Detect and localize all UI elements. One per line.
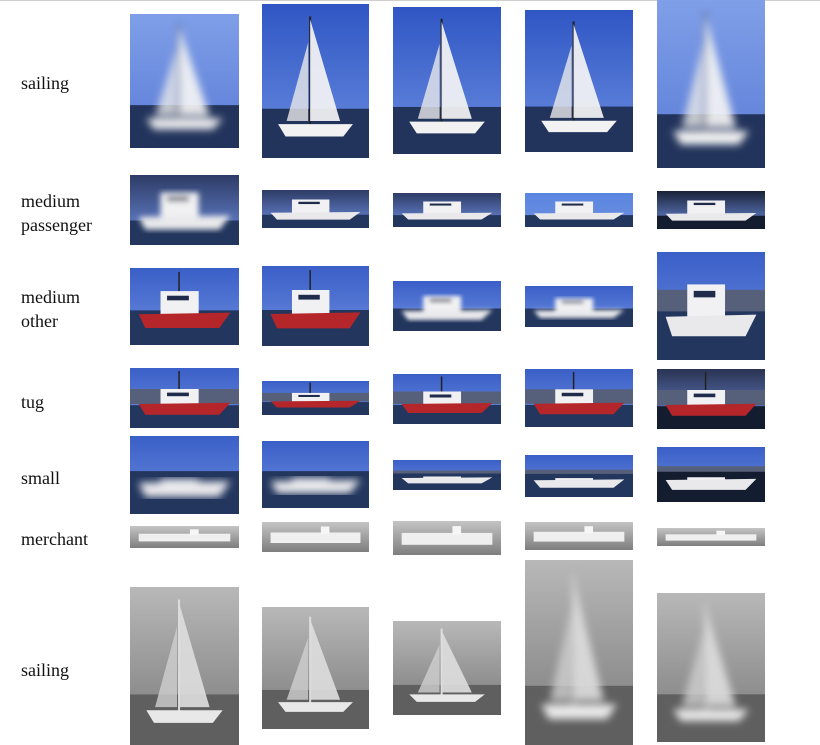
thumbnail-merchant-ir-5 [657,528,765,546]
thumbnail-tug-rgb-4 [525,369,633,427]
row-label-tug: tug [21,392,45,412]
thumbnail-passenger-rgb-4 [525,193,633,227]
thumbnail-passenger-rgb-2 [262,190,369,228]
thumbnail-other-rgb-2 [262,266,369,346]
thumbnail-merchant-ir-4 [525,522,633,550]
thumbnail-small-rgb-3 [393,460,501,490]
row-label-sailing-ir: sailing [21,660,69,680]
thumbnail-tug-rgb-5 [657,369,765,429]
thumbnail-merchant-ir-1 [130,526,239,548]
thumbnail-sail-rgb-3 [393,7,501,154]
row-label-medium-other: medium other [21,287,80,331]
thumbnail-tug-rgb-3 [393,374,501,424]
thumbnail-small-rgb-1 [130,436,239,514]
thumbnail-sail-ir-4 [525,560,633,745]
thumbnail-tug-rgb-1 [130,368,239,428]
thumbnail-passenger-rgb-5 [657,191,765,229]
thumbnail-merchant-ir-2 [262,522,369,552]
row-label-merchant: merchant [21,529,88,549]
thumbnail-other-rgb-5 [657,252,765,360]
thumbnail-small-rgb-5 [657,447,765,502]
thumbnail-sail-ir-1 [130,587,239,745]
row-label-medium-passenger: medium passenger [21,191,92,235]
row-label-small: small [21,468,60,488]
thumbnail-small-rgb-2 [262,441,369,508]
thumbnail-small-rgb-4 [525,455,633,497]
thumbnail-other-rgb-1 [130,268,239,345]
thumbnail-passenger-rgb-1 [130,175,239,245]
thumbnail-tug-rgb-2 [262,381,369,415]
thumbnail-sail-ir-3 [393,621,501,715]
thumbnail-sail-ir-5 [657,593,765,742]
row-label-sailing-rgb: sailing [21,73,69,93]
thumbnail-passenger-rgb-3 [393,193,501,227]
thumbnail-sail-rgb-1 [130,14,239,148]
thumbnail-sail-rgb-4 [525,10,633,152]
thumbnail-sail-ir-2 [262,607,369,729]
thumbnail-other-rgb-4 [525,286,633,327]
thumbnail-merchant-ir-3 [393,521,501,555]
thumbnail-sail-rgb-2 [262,4,369,158]
thumbnail-other-rgb-3 [393,281,501,331]
thumbnail-sail-rgb-5 [657,0,765,168]
